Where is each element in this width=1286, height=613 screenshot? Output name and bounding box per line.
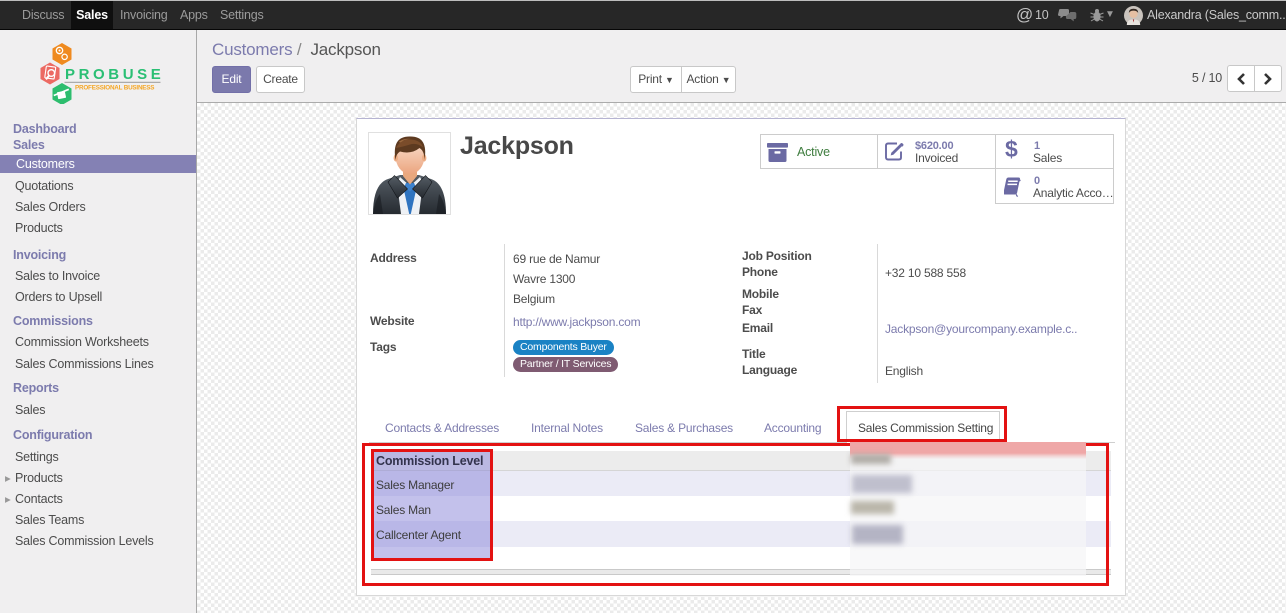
svg-text:PROFESSIONAL BUSINESS: PROFESSIONAL BUSINESS bbox=[75, 85, 154, 92]
svg-text:PROBUSE: PROBUSE bbox=[65, 66, 164, 83]
